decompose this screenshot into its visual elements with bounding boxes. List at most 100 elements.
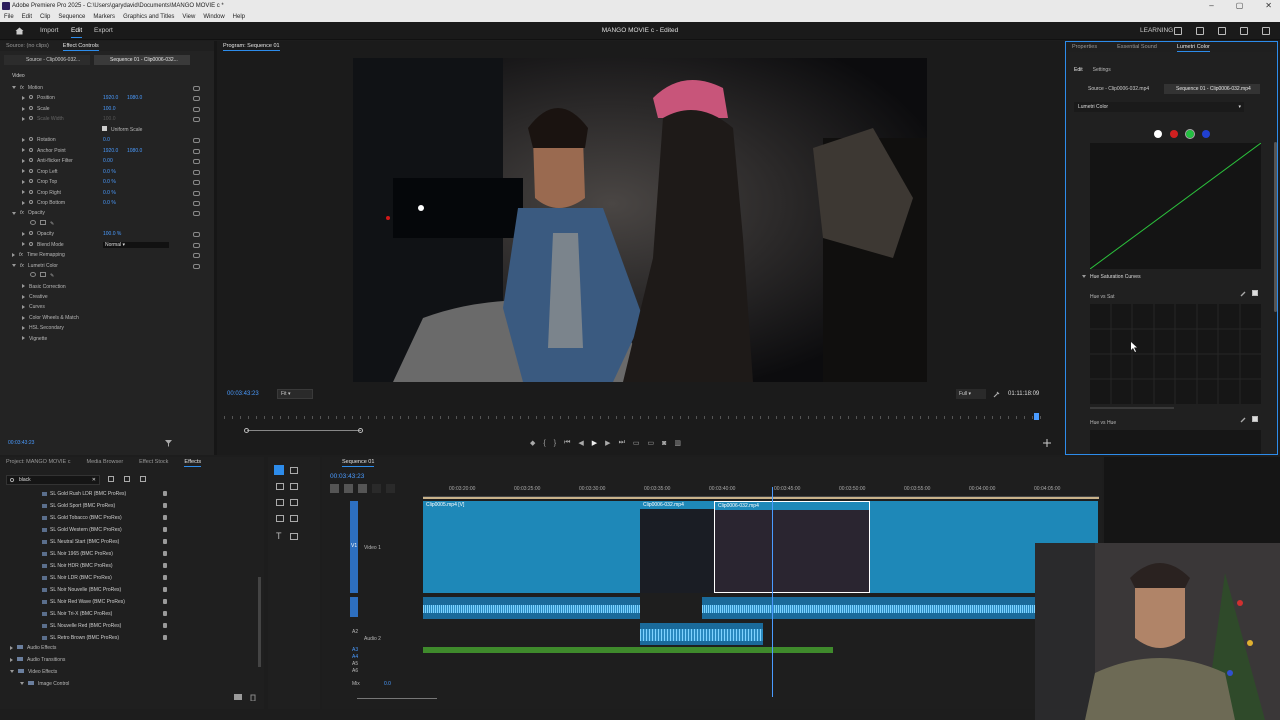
quality-dropdown[interactable]: Full ▾ — [956, 389, 986, 399]
program-time-ruler[interactable] — [224, 416, 1048, 419]
hue-vs-sat-toggle[interactable] — [1252, 290, 1258, 296]
effect-row-color-wheels-match[interactable]: Color Wheels & Match — [22, 313, 200, 323]
effect-preset-item[interactable]: SL Retro Brown (BMC ProRes) — [42, 635, 119, 641]
curve-channel-blue-icon[interactable] — [1202, 130, 1210, 138]
effect-row-anchor-point[interactable]: Anchor Point 1920.0 1080.0 — [22, 146, 200, 156]
export-frame-icon[interactable]: ◙ — [662, 440, 666, 447]
menu-sequence[interactable]: Sequence — [58, 12, 85, 22]
trash-icon[interactable] — [250, 694, 256, 701]
tab-effect-stock[interactable]: Effect Stock — [139, 457, 168, 467]
tab-project[interactable]: Project: MANGO MOVIE c — [6, 457, 70, 467]
effect-preset-item[interactable]: SL Gold Rush LDR (BMC ProRes) — [41, 491, 126, 497]
tab-lumetri-color[interactable]: Lumetri Color — [1176, 42, 1210, 52]
effect-row-scale-width[interactable]: Scale Width 100.0 — [22, 114, 200, 124]
video-clip-clip0006-b[interactable]: Clip0006-032.mp4 — [714, 501, 870, 593]
selection-tool-icon[interactable] — [274, 465, 284, 475]
notifications-icon[interactable] — [1240, 27, 1248, 35]
effect-row-crop-right[interactable]: Crop Right 0.0 % — [22, 188, 200, 198]
effect-row-blend-mode[interactable]: Blend Mode Normal ▾ — [22, 240, 200, 250]
track-select-tool-icon[interactable] — [290, 467, 298, 474]
zoom-bar[interactable] — [247, 430, 361, 431]
subtab-settings[interactable]: Settings — [1093, 67, 1111, 73]
effect-preset-item[interactable]: SL Noir Nouvelle (BMC ProRes) — [41, 587, 121, 593]
filter-icon[interactable] — [165, 440, 172, 447]
lumetri-scrollbar[interactable] — [1274, 142, 1277, 312]
effect-row-hsl-secondary[interactable]: HSL Secondary — [22, 323, 200, 333]
menu-window[interactable]: Window — [203, 12, 224, 22]
tab-effect-controls[interactable]: Effect Controls — [62, 41, 99, 51]
type-tool-icon[interactable]: T — [276, 531, 282, 541]
effect-row-crop-left[interactable]: Crop Left 0.0 % — [22, 167, 200, 177]
learning-workspace[interactable]: LEARNING — [1140, 27, 1173, 34]
step-back-icon[interactable]: ◀ — [578, 439, 583, 447]
effect-preset-item[interactable]: SL Noir Tri-X (BMC ProRes) — [41, 611, 112, 617]
close-icon[interactable]: ✕ — [1265, 0, 1272, 12]
video-clip-clip0005[interactable]: Clip0005.mp4 [V] — [423, 501, 640, 593]
effect-row-basic-correction[interactable]: Basic Correction — [22, 282, 200, 292]
razor-tool-icon[interactable] — [290, 483, 298, 490]
marker-icon[interactable]: ◆ — [530, 439, 535, 447]
effect-row-opacity[interactable]: fx Opacity — [12, 208, 200, 218]
source-clip-tab[interactable]: Source - Clip0006-032... — [4, 55, 90, 65]
video-clip-clip0006-a[interactable]: Clip0006-032.mp4 — [640, 501, 714, 593]
nav-export[interactable]: Export — [94, 27, 113, 34]
out-point-icon[interactable]: } — [554, 440, 556, 447]
menu-clip[interactable]: Clip — [40, 12, 50, 22]
nav-edit[interactable]: Edit — [71, 27, 83, 38]
curve-channel-green-icon[interactable] — [1185, 129, 1195, 139]
effect-preset-item[interactable]: SL Noir 1965 (BMC ProRes) — [42, 551, 113, 557]
timeline-zoom-bar[interactable] — [357, 698, 437, 699]
hue-saturation-curves-header[interactable]: Hue Saturation Curves — [1082, 274, 1141, 280]
sequence-clip-tab[interactable]: Sequence 01 - Clip0006-032... — [94, 55, 190, 65]
fit-dropdown[interactable]: Fit ▾ — [277, 389, 313, 399]
slip-tool-icon[interactable] — [276, 499, 284, 506]
curve-channel-white-icon[interactable] — [1154, 130, 1162, 138]
timeline-settings-icon[interactable] — [386, 484, 395, 493]
accelerated-filter-icon[interactable] — [108, 476, 114, 482]
clear-search-icon[interactable]: ✕ — [92, 476, 96, 484]
curve-channel-red-icon[interactable] — [1170, 130, 1178, 138]
effect-preset-item[interactable]: SL Noir Red Wave (BMC ProRes) — [42, 599, 125, 605]
extract-icon[interactable]: ▭ — [648, 439, 655, 447]
tab-media-browser[interactable]: Media Browser — [86, 457, 123, 467]
program-video-frame[interactable] — [353, 58, 927, 382]
effect-preset-item[interactable]: SL Gold Tobacco (BMC ProRes) — [42, 515, 122, 521]
menu-file[interactable]: File — [4, 12, 14, 22]
menu-edit[interactable]: Edit — [22, 12, 32, 22]
effect-row-scale[interactable]: Scale 100.0 — [22, 104, 200, 114]
lumetri-sequence-clip[interactable]: Sequence 01 - Clip0006-032.mp4 — [1164, 84, 1260, 94]
tab-properties[interactable]: Properties — [1072, 42, 1097, 52]
nav-import[interactable]: Import — [40, 27, 58, 34]
eyedropper-icon-2[interactable] — [1240, 416, 1247, 423]
effect-row-opacity[interactable]: Opacity 100.0 % — [22, 229, 200, 239]
effect-row-lumetri-color[interactable]: fx Lumetri Color — [12, 261, 200, 271]
new-bin-icon[interactable] — [234, 694, 242, 700]
in-point-icon[interactable]: { — [543, 440, 545, 447]
menu-markers[interactable]: Markers — [93, 12, 115, 22]
hue-vs-hue-toggle[interactable] — [1252, 416, 1258, 422]
linked-selection-icon[interactable] — [358, 484, 367, 493]
step-forward-icon[interactable]: ▶ — [605, 439, 610, 447]
vertical-type-tool-icon[interactable] — [290, 533, 298, 540]
lumetri-source-clip[interactable]: Source - Clip0006-032.mp4 — [1074, 84, 1160, 94]
effect-row-time-remapping[interactable]: fx Time Remapping — [12, 250, 200, 260]
effect-row-curves[interactable]: Curves — [22, 302, 200, 312]
audio-clip-a2[interactable] — [640, 623, 763, 645]
effect-preset-item[interactable]: SL Gold Western (BMC ProRes) — [42, 527, 122, 533]
tab-essential-sound[interactable]: Essential Sound — [1117, 42, 1157, 52]
lift-icon[interactable]: ▭ — [633, 439, 640, 447]
effect-preset-item[interactable]: SL Neutral Start (BMC ProRes) — [41, 539, 119, 545]
effects-folder-item[interactable]: Image Control — [20, 679, 69, 689]
zoom-handle-right[interactable] — [358, 428, 363, 433]
program-playhead[interactable] — [1034, 413, 1039, 420]
effects-folder-item[interactable]: Video Effects — [10, 667, 57, 677]
hue-scrollbar[interactable] — [1090, 407, 1174, 409]
wrench-icon[interactable] — [993, 391, 1000, 398]
effect-row-vignette[interactable]: Vignette — [22, 334, 200, 344]
snap-icon[interactable] — [344, 484, 353, 493]
add-button-icon[interactable] — [1043, 439, 1051, 447]
effect-row-motion[interactable]: fx Motion — [12, 83, 200, 93]
menu-graphics[interactable]: Graphics and Titles — [123, 12, 174, 22]
hand-tool-icon[interactable] — [290, 515, 298, 522]
effects-folder-item[interactable]: Audio Transitions — [10, 655, 65, 665]
